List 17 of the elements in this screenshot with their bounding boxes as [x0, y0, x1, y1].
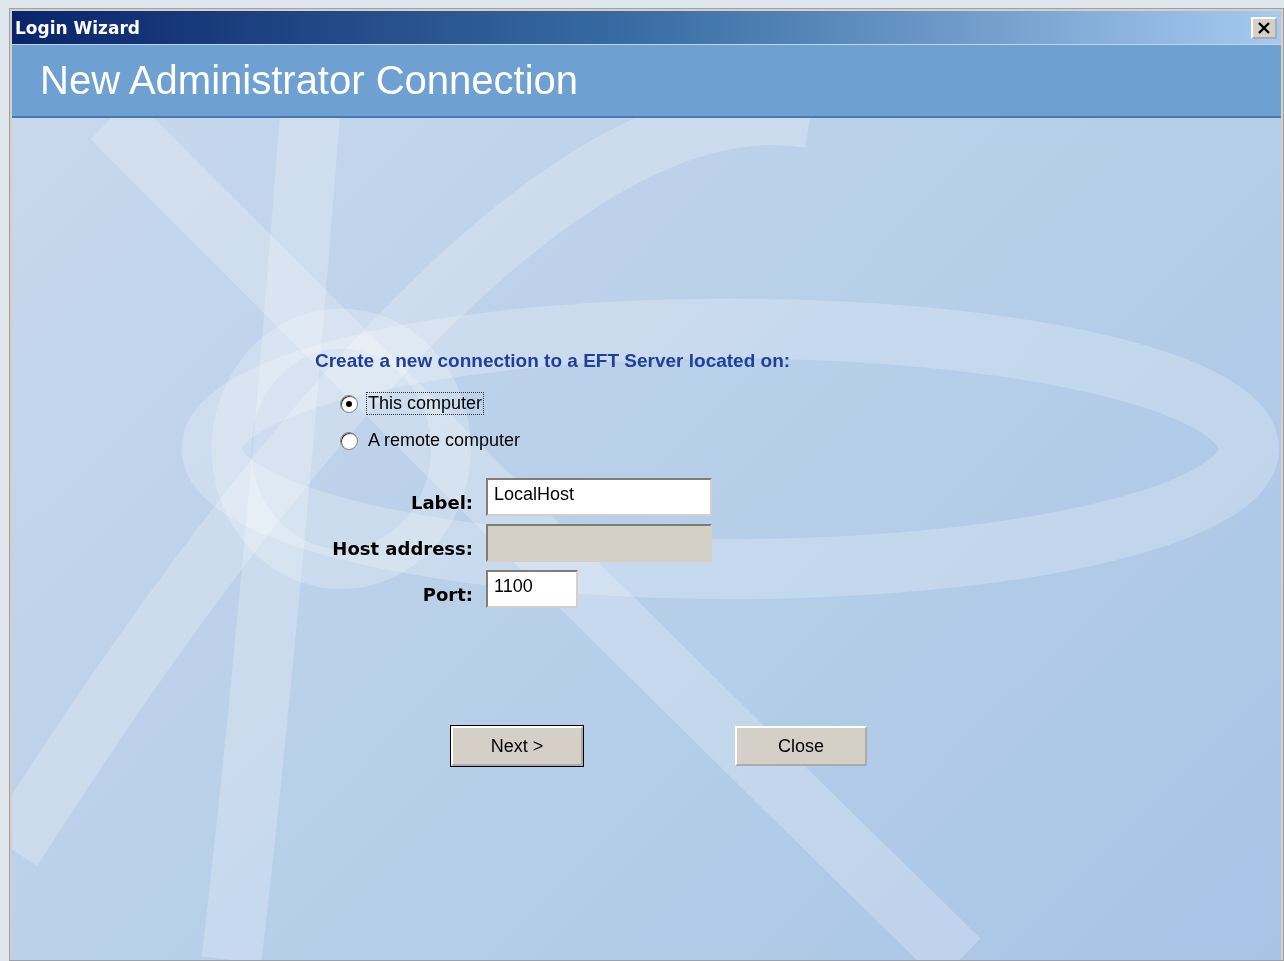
radio-button[interactable]	[340, 431, 358, 450]
dialog-button[interactable]: Next >	[451, 726, 583, 766]
field-label: Host address:	[331, 536, 473, 559]
close-icon	[1257, 21, 1271, 34]
field-label: Port:	[421, 582, 473, 605]
input-field[interactable]: 1100	[486, 570, 578, 608]
input-field[interactable]: LocalHost	[486, 478, 712, 516]
window-title: Login Wizard	[15, 17, 141, 38]
radio-label: A remote computer	[367, 429, 522, 452]
prompt-text: Create a new connection to a EFT Server located on:	[315, 350, 792, 372]
radio-option[interactable]: This computer	[340, 392, 1281, 415]
radio-label: This computer	[366, 392, 485, 415]
dialog-button[interactable]: Close	[735, 726, 867, 766]
field-label: Label:	[409, 490, 473, 513]
close-button[interactable]	[1251, 16, 1277, 39]
header-title: New Administrator Connection	[40, 58, 579, 103]
radio-option[interactable]: A remote computer	[340, 429, 1281, 452]
